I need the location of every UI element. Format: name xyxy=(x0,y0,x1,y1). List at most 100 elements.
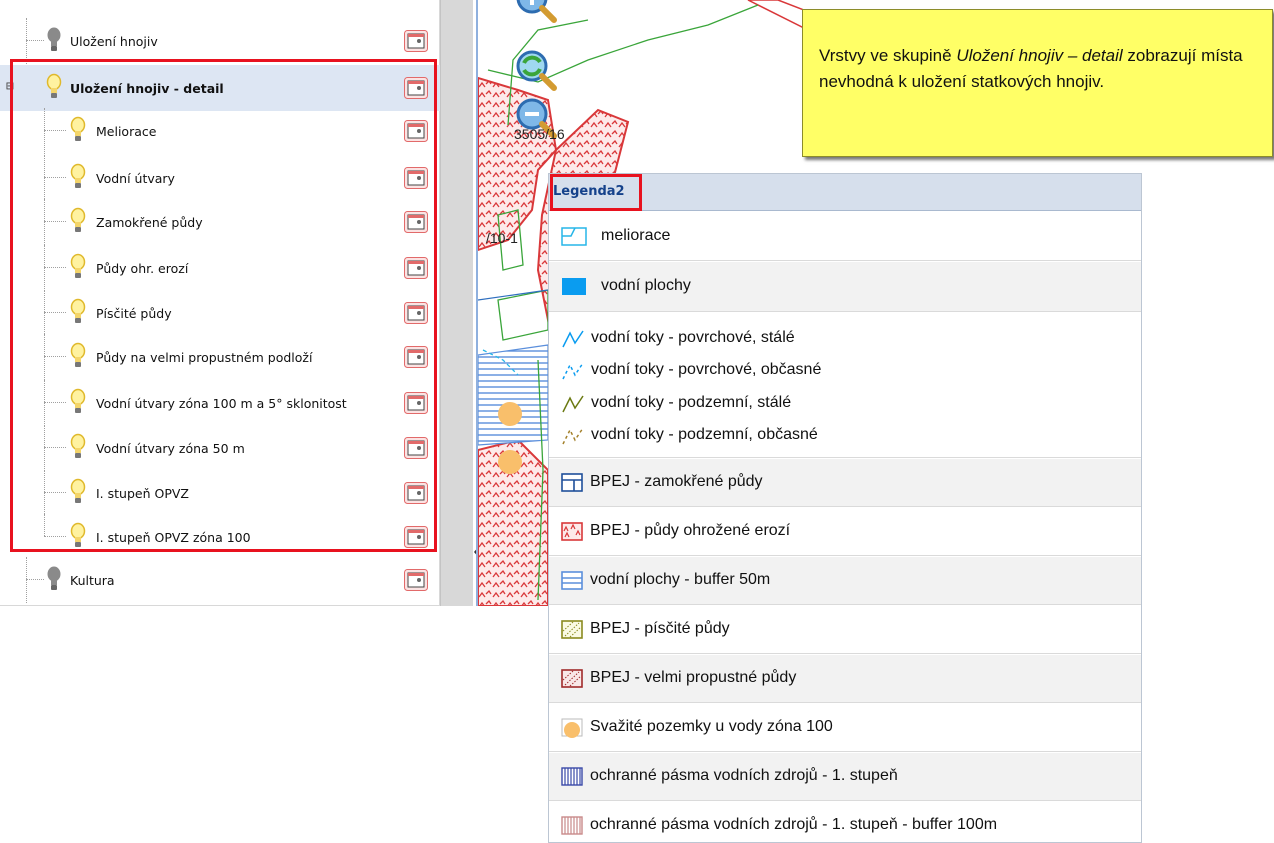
tree-item-i-stupen-opvz-zona-100[interactable]: I. stupeň OPVZ zóna 100 xyxy=(0,514,440,560)
callout-text: Vrstvy ve skupině xyxy=(819,46,957,65)
protection-zone-buffer-symbol xyxy=(561,816,583,835)
legend-row: vodní plochy - buffer 50m xyxy=(549,557,1141,605)
legend-item-label: vodní toky - podzemní, občasné xyxy=(591,426,818,443)
legend-icon[interactable] xyxy=(404,77,428,99)
legend-row: meliorace xyxy=(549,212,1141,261)
lightbulb-on-icon[interactable] xyxy=(68,478,88,506)
legend-item-label: vodní toky - podzemní, stálé xyxy=(591,394,792,411)
layer-tree-panel: Uložení hnojiv ⊟ Uložení hnojiv - detail… xyxy=(0,0,440,606)
info-callout: Vrstvy ve skupině Uložení hnojiv – detai… xyxy=(802,9,1273,157)
parcel-label: 3505/16 xyxy=(514,126,565,142)
lightbulb-on-icon[interactable] xyxy=(68,253,88,281)
tree-item-label: I. stupeň OPVZ xyxy=(96,486,189,501)
legend-row: BPEJ - velmi propustné půdy xyxy=(549,655,1141,703)
stream-surface-permanent-symbol xyxy=(562,330,584,348)
legend-icon[interactable] xyxy=(404,30,428,52)
legend-item-label: BPEJ - zamokřené půdy xyxy=(590,473,763,490)
legend-icon[interactable] xyxy=(404,302,428,324)
legend-icon[interactable] xyxy=(404,211,428,233)
lightbulb-on-icon[interactable] xyxy=(68,116,88,144)
tree-item-label: Písčité půdy xyxy=(96,306,172,321)
parcel-label: /10-1 xyxy=(486,230,518,246)
legend-row: vodní toky - povrchové, stálé vodní toky… xyxy=(549,313,1141,458)
legend-item-label: vodní plochy xyxy=(601,277,691,294)
legend-row: Svažité pozemky u vody zóna 100 xyxy=(549,704,1141,752)
tree-item-vodni-utvary[interactable]: Vodní útvary xyxy=(0,155,440,201)
stream-underground-permanent-symbol xyxy=(562,395,584,413)
legend-item-label: vodní toky - povrchové, občasné xyxy=(591,361,822,378)
tree-item-ulozeni-hnojiv[interactable]: Uložení hnojiv xyxy=(0,18,440,64)
lightbulb-on-icon[interactable] xyxy=(68,342,88,370)
tree-item-pudy-propustne[interactable]: Půdy na velmi propustném podloží xyxy=(0,334,440,380)
tree-item-label: Kultura xyxy=(70,573,115,588)
legend-row: BPEJ - písčité půdy xyxy=(549,606,1141,654)
lightbulb-on-icon[interactable] xyxy=(68,298,88,326)
legend-window: Legenda2 meliorace vodní plochy vodní to… xyxy=(548,173,1142,843)
legend-item-label: Svažité pozemky u vody zóna 100 xyxy=(590,718,833,735)
legend-icon[interactable] xyxy=(404,257,428,279)
tree-item-ulozeni-hnojiv-detail[interactable]: ⊟ Uložení hnojiv - detail xyxy=(0,65,440,111)
erosion-symbol xyxy=(561,522,583,541)
lightbulb-on-icon[interactable] xyxy=(68,433,88,461)
callout-emphasis: Uložení hnojiv – detail xyxy=(956,46,1123,65)
lightbulb-on-icon[interactable] xyxy=(68,388,88,416)
legend-row: ochranné pásma vodních zdrojů - 1. stupe… xyxy=(549,753,1141,801)
water-buffer-symbol xyxy=(561,571,583,590)
tree-item-label: Vodní útvary xyxy=(96,171,175,186)
tree-item-vodni-utvary-zona-50[interactable]: Vodní útvary zóna 50 m xyxy=(0,425,440,471)
legend-icon[interactable] xyxy=(404,346,428,368)
permeable-symbol xyxy=(561,669,583,688)
tree-item-label: Půdy na velmi propustném podloží xyxy=(96,350,313,365)
tree-item-i-stupen-opvz[interactable]: I. stupeň OPVZ xyxy=(0,470,440,516)
legend-row: BPEJ - půdy ohrožené erozí xyxy=(549,508,1141,556)
zoom-extent-icon[interactable] xyxy=(512,46,558,92)
legend-item-label: BPEJ - půdy ohrožené erozí xyxy=(590,522,791,539)
collapse-toggle[interactable]: ⊟ xyxy=(6,79,14,94)
legend-item-label: meliorace xyxy=(601,227,671,244)
legend-row: ochranné pásma vodních zdrojů - 1. stupe… xyxy=(549,802,1141,843)
lightbulb-on-icon[interactable] xyxy=(68,207,88,235)
tree-item-label: Meliorace xyxy=(96,124,157,139)
tree-item-label: Uložení hnojiv xyxy=(70,34,158,49)
stream-surface-intermittent-symbol xyxy=(562,362,584,380)
legend-item-label: vodní toky - povrchové, stálé xyxy=(591,329,795,346)
tree-item-piscite-pudy[interactable]: Písčité půdy xyxy=(0,290,440,336)
legend-item-label: ochranné pásma vodních zdrojů - 1. stupe… xyxy=(590,767,898,784)
lightbulb-on-icon[interactable] xyxy=(68,163,88,191)
tree-item-kultura[interactable]: Kultura xyxy=(0,557,440,603)
legend-item-label: BPEJ - písčité půdy xyxy=(590,620,730,637)
lightbulb-off-icon[interactable] xyxy=(44,565,64,593)
legend-icon[interactable] xyxy=(404,482,428,504)
legend-icon[interactable] xyxy=(404,120,428,142)
tree-item-label: I. stupeň OPVZ zóna 100 xyxy=(96,530,251,545)
sandy-symbol xyxy=(561,620,583,639)
tree-item-zamokrene-pudy[interactable]: Zamokřené půdy xyxy=(0,199,440,245)
legend-icon[interactable] xyxy=(404,392,428,414)
legend-row: BPEJ - zamokřené půdy xyxy=(549,459,1141,507)
tree-item-label: Vodní útvary zóna 100 m a 5° sklonitost xyxy=(96,396,347,411)
wetlands-symbol xyxy=(561,473,583,492)
lightbulb-on-icon[interactable] xyxy=(68,522,88,550)
stream-underground-intermittent-symbol xyxy=(562,427,584,445)
legend-icon[interactable] xyxy=(404,167,428,189)
tree-item-label: Uložení hnojiv - detail xyxy=(70,81,224,96)
lightbulb-off-icon[interactable] xyxy=(44,26,64,54)
water-area-symbol xyxy=(562,278,586,295)
zoom-in-icon[interactable] xyxy=(512,0,558,24)
protection-zone-symbol xyxy=(561,767,583,786)
meliorace-symbol xyxy=(561,227,587,246)
highlight-frame-legend-title xyxy=(550,174,642,211)
legend-row: vodní plochy xyxy=(549,262,1141,312)
tree-item-label: Půdy ohr. erozí xyxy=(96,261,189,276)
tree-item-meliorace[interactable]: Meliorace xyxy=(0,108,440,154)
tree-item-vodni-utvary-zona-100[interactable]: Vodní útvary zóna 100 m a 5° sklonitost xyxy=(0,380,440,426)
legend-icon[interactable] xyxy=(404,437,428,459)
panel-splitter[interactable] xyxy=(440,0,473,606)
tree-item-label: Zamokřené půdy xyxy=(96,215,203,230)
legend-item-label: BPEJ - velmi propustné půdy xyxy=(590,669,797,686)
legend-icon[interactable] xyxy=(404,526,428,548)
slope-symbol xyxy=(561,718,583,738)
legend-icon[interactable] xyxy=(404,569,428,591)
lightbulb-on-icon[interactable] xyxy=(44,73,64,101)
tree-item-pudy-ohr-erozi[interactable]: Půdy ohr. erozí xyxy=(0,245,440,291)
